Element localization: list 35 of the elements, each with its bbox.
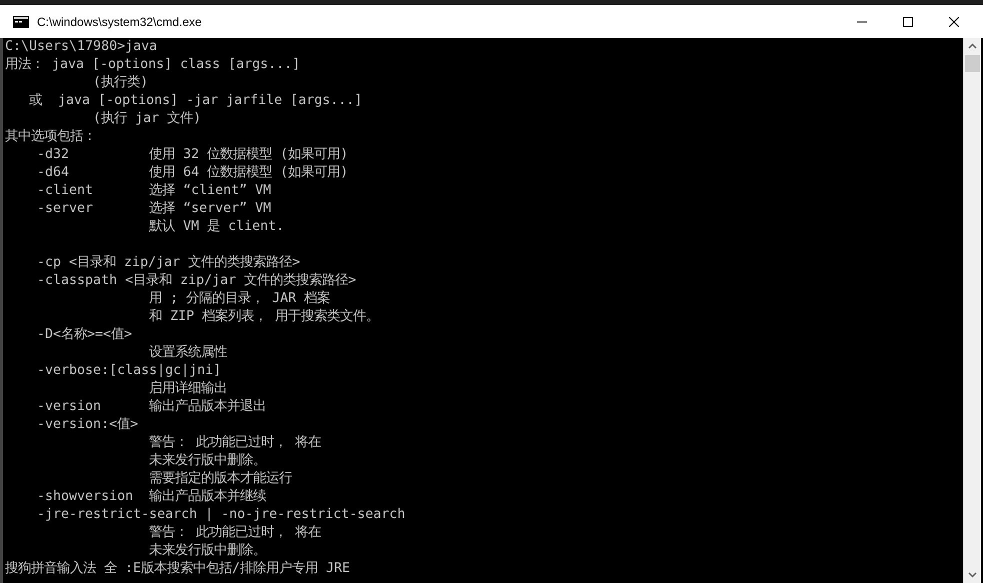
console-line: 用 ; 分隔的目录， JAR 档案: [148, 290, 330, 308]
scrollbar[interactable]: [963, 38, 981, 583]
input-method-status: 搜狗拼音输入法 全 :E版本搜索中包括/排除用户专用 JRE: [5, 560, 350, 578]
console-line: 或 java [-options] -jar jarfile [args...]: [28, 92, 362, 110]
console-line: -server 选择 “server” VM: [36, 200, 272, 218]
console-line: (执行 jar 文件): [92, 110, 202, 128]
close-icon: [949, 16, 959, 26]
console-line: -version:<值>: [36, 416, 138, 434]
console-line: -client 选择 “client” VM: [36, 182, 272, 200]
console-line: -D<名称>=<值>: [36, 326, 132, 344]
console-line: -d64 使用 64 位数据模型 (如果可用): [36, 164, 348, 182]
console-line: -version 输出产品版本并退出: [36, 398, 266, 416]
console-line: 和 ZIP 档案列表， 用于搜索类文件。: [148, 308, 380, 326]
scrollbar-thumb[interactable]: [965, 55, 980, 72]
console-line: 用法： java [-options] class [args...]: [5, 56, 300, 74]
console-line: 设置系统属性: [148, 344, 228, 362]
console-line: C:\Users\17980>java: [5, 38, 158, 56]
console-line: 默认 VM 是 client.: [148, 218, 284, 236]
console-line: -verbose:[class|gc|jni]: [36, 362, 222, 380]
console-app-icon: [13, 16, 29, 28]
console-line: 未来发行版中删除。: [148, 542, 266, 560]
console-line: -classpath <目录和 zip/jar 文件的类搜索路径>: [36, 272, 356, 290]
window-title: C:\windows\system32\cmd.exe: [37, 14, 203, 28]
console-line: 警告： 此功能已过时， 将在: [148, 524, 322, 542]
console-line: -cp <目录和 zip/jar 文件的类搜索路径>: [36, 254, 300, 272]
console-line: 未来发行版中删除。: [148, 452, 266, 470]
console-line: -jre-restrict-search | -no-jre-restrict-search: [36, 506, 406, 524]
console-line: 需要指定的版本才能运行: [148, 470, 292, 488]
console-line: 警告： 此功能已过时， 将在: [148, 434, 322, 452]
console-line: 其中选项包括：: [5, 128, 96, 146]
console-line: -showversion 输出产品版本并继续: [36, 488, 266, 506]
maximize-icon: [903, 16, 913, 26]
console-line: -d32 使用 32 位数据模型 (如果可用): [36, 146, 348, 164]
console-line: (执行类): [92, 74, 148, 92]
console-line: 启用详细输出: [148, 380, 228, 398]
